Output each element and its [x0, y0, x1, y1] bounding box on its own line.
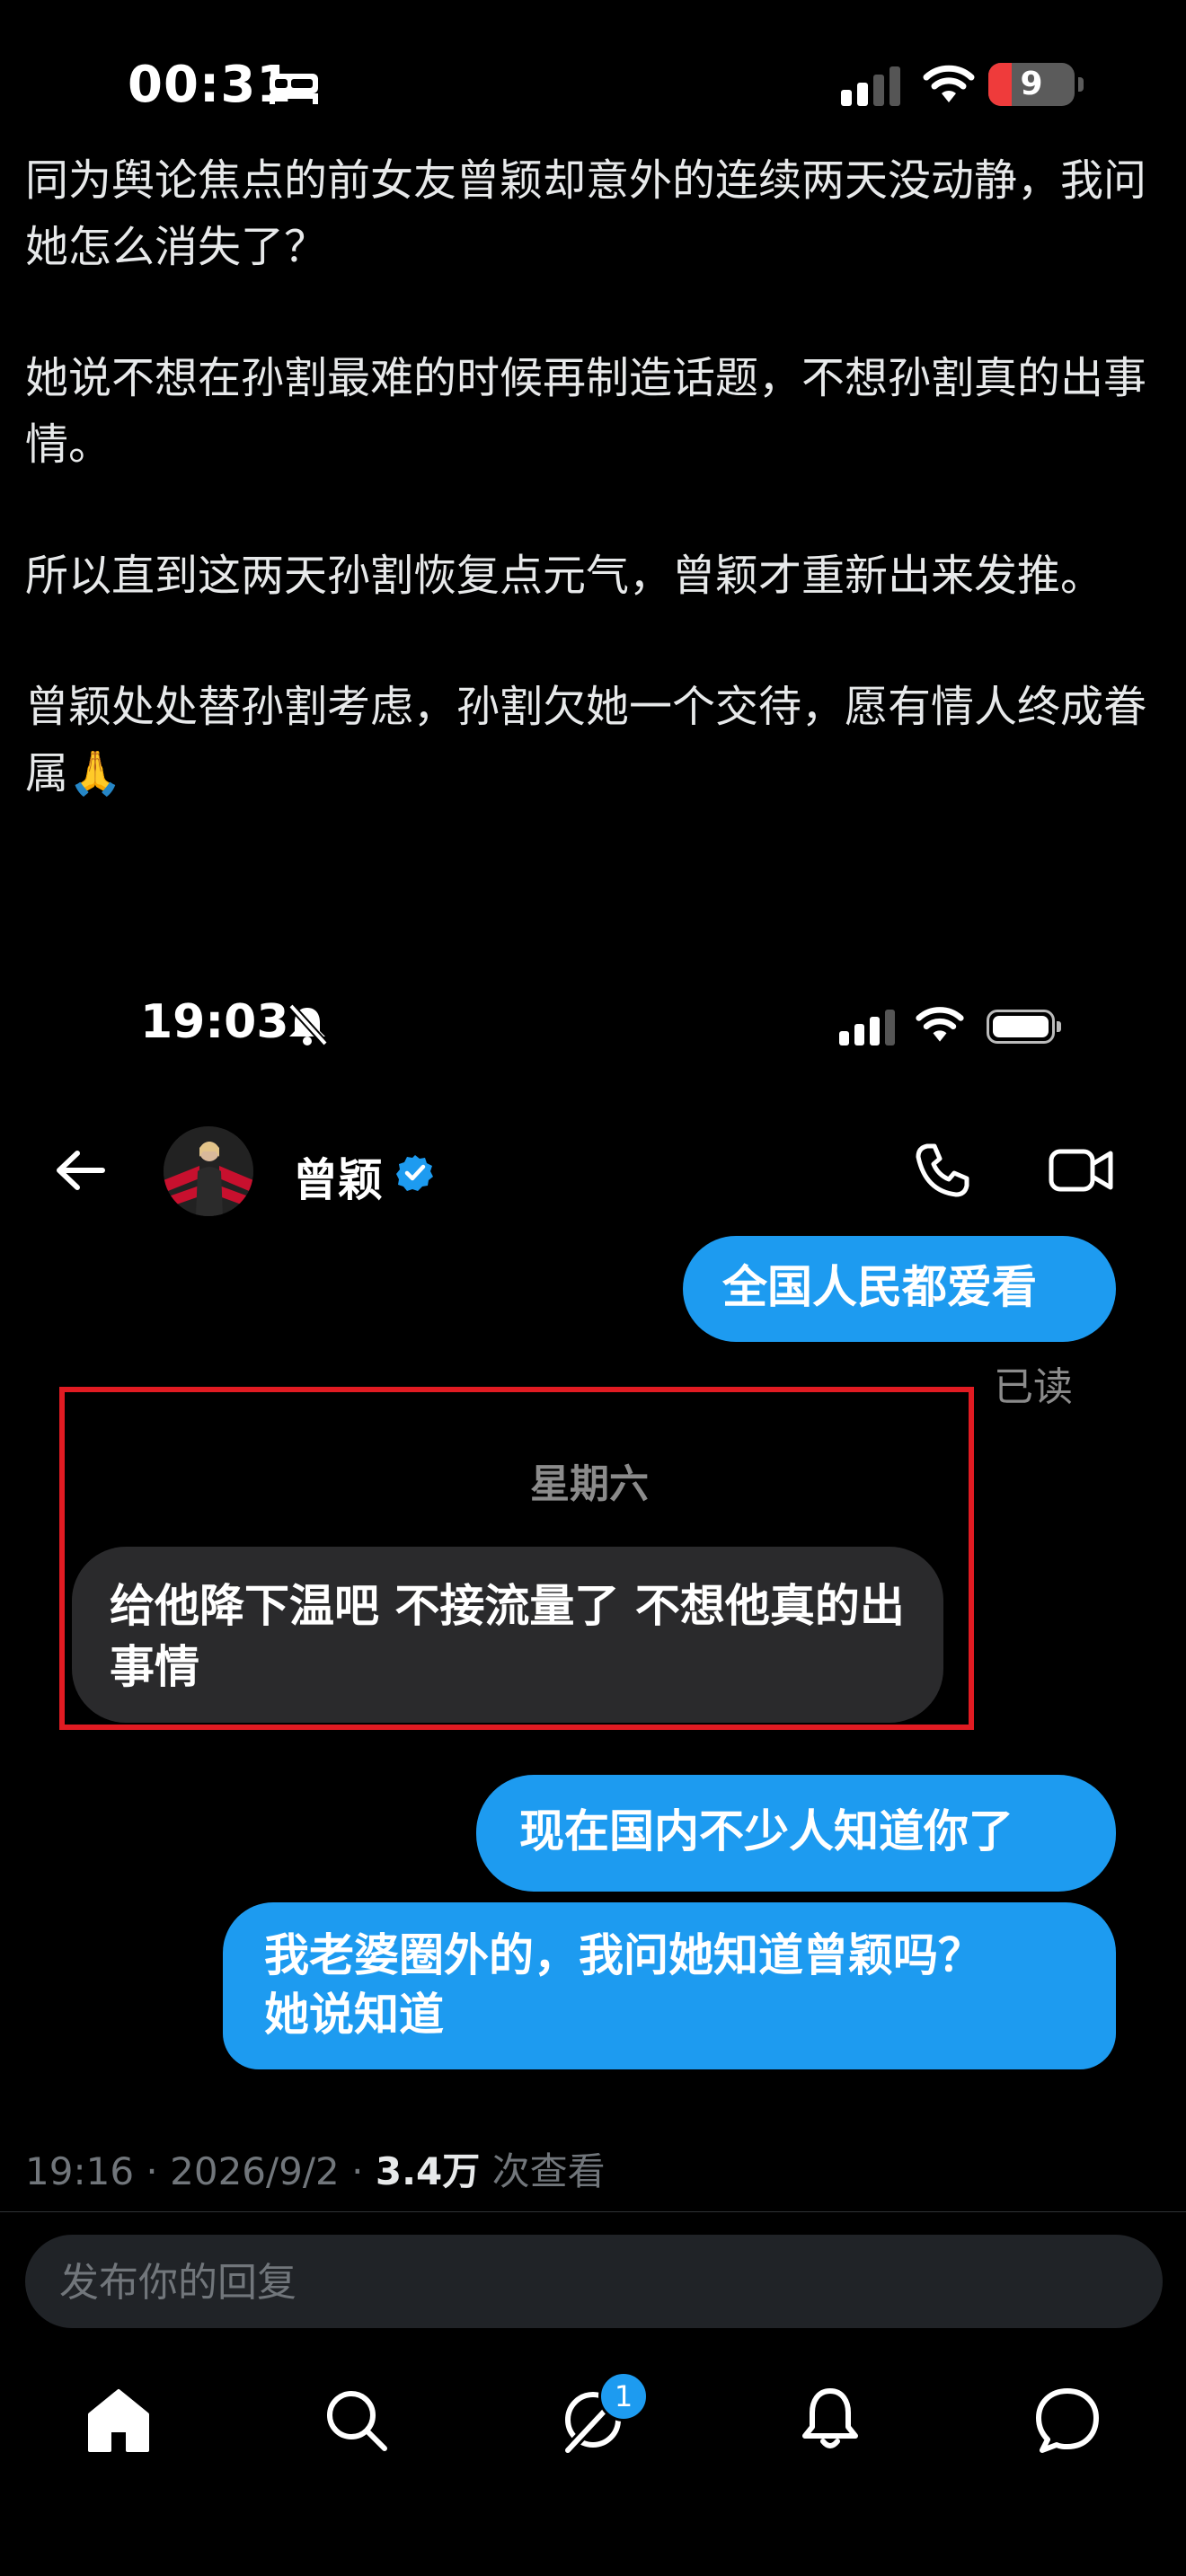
- tweet-meta: 19:16 · 2026/9/2 · 3.4万 次查看: [25, 2141, 606, 2196]
- wifi-icon: [923, 65, 975, 102]
- contact-name[interactable]: 曾颖: [293, 1144, 383, 1209]
- message-line: 她说知道: [264, 1989, 444, 2041]
- bell-slash-icon: [288, 1004, 328, 1045]
- reply-input[interactable]: [58, 2235, 1121, 2330]
- notification-badge: 1: [598, 2371, 649, 2422]
- received-message-bubble[interactable]: 给他降下温吧 不接流量了 不想他真的出事情: [72, 1547, 943, 1723]
- tweet-date: 2026/9/2: [170, 2149, 340, 2193]
- meta-separator: ·: [351, 2149, 364, 2193]
- verified-badge-icon: [396, 1155, 433, 1191]
- embedded-wifi-icon: [916, 1007, 964, 1042]
- cellular-signal-icon: [841, 66, 900, 106]
- views-label: 次查看: [491, 2149, 606, 2193]
- status-bar: 00:31 9: [0, 0, 1186, 162]
- contact-avatar[interactable]: [164, 1126, 253, 1216]
- sleep-focus-icon: [270, 74, 318, 104]
- sent-message-bubble[interactable]: 我老婆圈外的，我问她知道曾颖吗？ 她说知道: [223, 1902, 1116, 2069]
- embedded-status-time: 19:03: [140, 995, 289, 1049]
- tweet-paragraph: 所以直到这两天孙割恢复点元气，曾颖才重新出来发推。: [25, 551, 1104, 601]
- battery-indicator: 9: [988, 63, 1084, 106]
- embedded-signal-icon: [839, 1010, 895, 1045]
- day-separator: 星期六: [530, 1461, 649, 1507]
- message-line: 我老婆圈外的，我问她知道曾颖吗？: [264, 1929, 983, 1981]
- notifications-icon[interactable]: [794, 2384, 866, 2456]
- embedded-battery-icon: [987, 1010, 1061, 1044]
- meta-separator: ·: [146, 2149, 158, 2193]
- sent-message-bubble[interactable]: 现在国内不少人知道你了: [476, 1775, 1116, 1892]
- tweet-paragraph: 她说不想在孙割最难的时候再制造话题，不想孙割真的出事情。: [25, 353, 1147, 470]
- tweet-paragraph: 同为舆论焦点的前女友曾颖却意外的连续两天没动静，我问她怎么消失了？: [25, 155, 1147, 272]
- back-arrow-icon[interactable]: [52, 1148, 106, 1193]
- read-receipt: 已读: [994, 1364, 1073, 1410]
- reply-box[interactable]: [25, 2235, 1163, 2330]
- tweet-text: 同为舆论焦点的前女友曾颖却意外的连续两天没动静，我问她怎么消失了？ 她说不想在孙…: [25, 147, 1166, 871]
- view-count[interactable]: 3.4万: [376, 2149, 480, 2193]
- battery-level: 9: [1020, 66, 1043, 102]
- tweet-paragraph: 曾颖处处替孙割考虑，孙割欠她一个交待，愿有情人终成眷属🙏: [25, 682, 1147, 798]
- sent-message-bubble[interactable]: 全国人民都爱看: [683, 1236, 1116, 1342]
- search-icon[interactable]: [320, 2384, 392, 2456]
- home-icon[interactable]: [83, 2384, 155, 2456]
- divider: [0, 2211, 1186, 2212]
- tweet-time: 19:16: [25, 2149, 135, 2193]
- phone-icon[interactable]: [913, 1141, 972, 1200]
- video-call-icon[interactable]: [1048, 1146, 1114, 1195]
- messages-icon[interactable]: [1031, 2384, 1103, 2456]
